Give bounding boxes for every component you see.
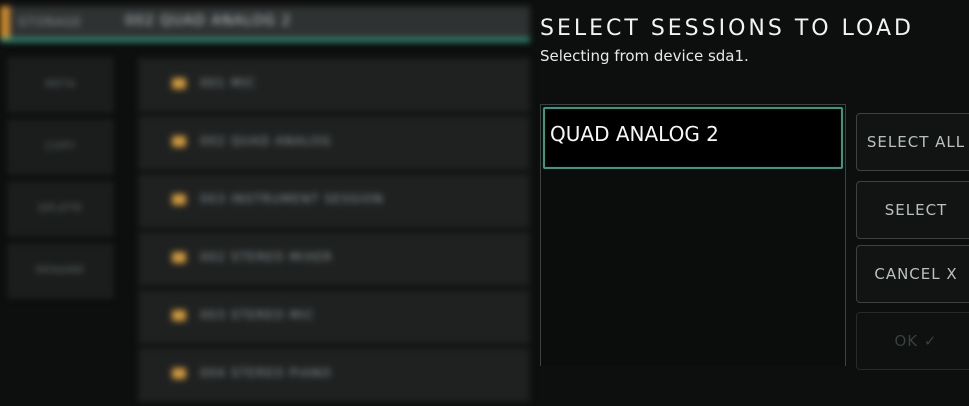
list-item-label: 002 QUAD ANALOG: [200, 134, 332, 148]
list-item: 002 QUAD ANALOG: [138, 116, 530, 170]
folder-icon: [172, 194, 186, 205]
sidebar-button: RENAME: [8, 244, 113, 298]
sidebar-button: META: [8, 58, 113, 112]
dialog-title: SELECT SESSIONS TO LOAD: [540, 16, 914, 41]
session-select-list[interactable]: QUAD ANALOG 2: [540, 104, 846, 366]
breadcrumb: STORAGE: [18, 15, 83, 29]
dialog-subtitle: Selecting from device sda1.: [540, 47, 749, 65]
select-all-button[interactable]: SELECT ALL: [856, 113, 969, 171]
list-item: 003 INSTRUMENT SESSION: [138, 174, 530, 228]
list-item-label: 003 STEREO MIC: [200, 308, 315, 322]
cancel-button[interactable]: CANCEL X: [856, 245, 969, 303]
header-bar: STORAGE 002 QUAD ANALOG 2: [0, 6, 530, 38]
header-accent: [0, 6, 10, 38]
list-item: 003 STEREO MIC: [138, 290, 530, 344]
list-item-label: 001 MIC: [200, 76, 256, 90]
list-item-label: 003 INSTRUMENT SESSION: [200, 192, 384, 206]
folder-icon: [172, 136, 186, 147]
list-item-label: 004 STEREO PIANO: [200, 366, 332, 380]
load-sessions-dialog: SELECT SESSIONS TO LOAD Selecting from d…: [530, 0, 969, 370]
list-item: 004 STEREO PIANO: [138, 348, 530, 402]
session-item-selected[interactable]: QUAD ANALOG 2: [543, 107, 843, 169]
sidebar: META COPY DELETE RENAME: [8, 58, 113, 358]
ok-button[interactable]: OK ✓: [856, 312, 969, 370]
list-item: 001 MIC: [138, 58, 530, 112]
current-session-title: 002 QUAD ANALOG 2: [125, 13, 292, 29]
folder-icon: [172, 310, 186, 321]
header-divider: [0, 38, 530, 42]
list-item-label: 002 STEREO MIXER: [200, 250, 333, 264]
session-list-background: 001 MIC 002 QUAD ANALOG 003 INSTRUMENT S…: [138, 58, 530, 406]
folder-icon: [172, 252, 186, 263]
sidebar-button: COPY: [8, 120, 113, 174]
folder-icon: [172, 368, 186, 379]
list-item: 002 STEREO MIXER: [138, 232, 530, 286]
sidebar-button: DELETE: [8, 182, 113, 236]
select-button[interactable]: SELECT: [856, 181, 969, 239]
folder-icon: [172, 78, 186, 89]
